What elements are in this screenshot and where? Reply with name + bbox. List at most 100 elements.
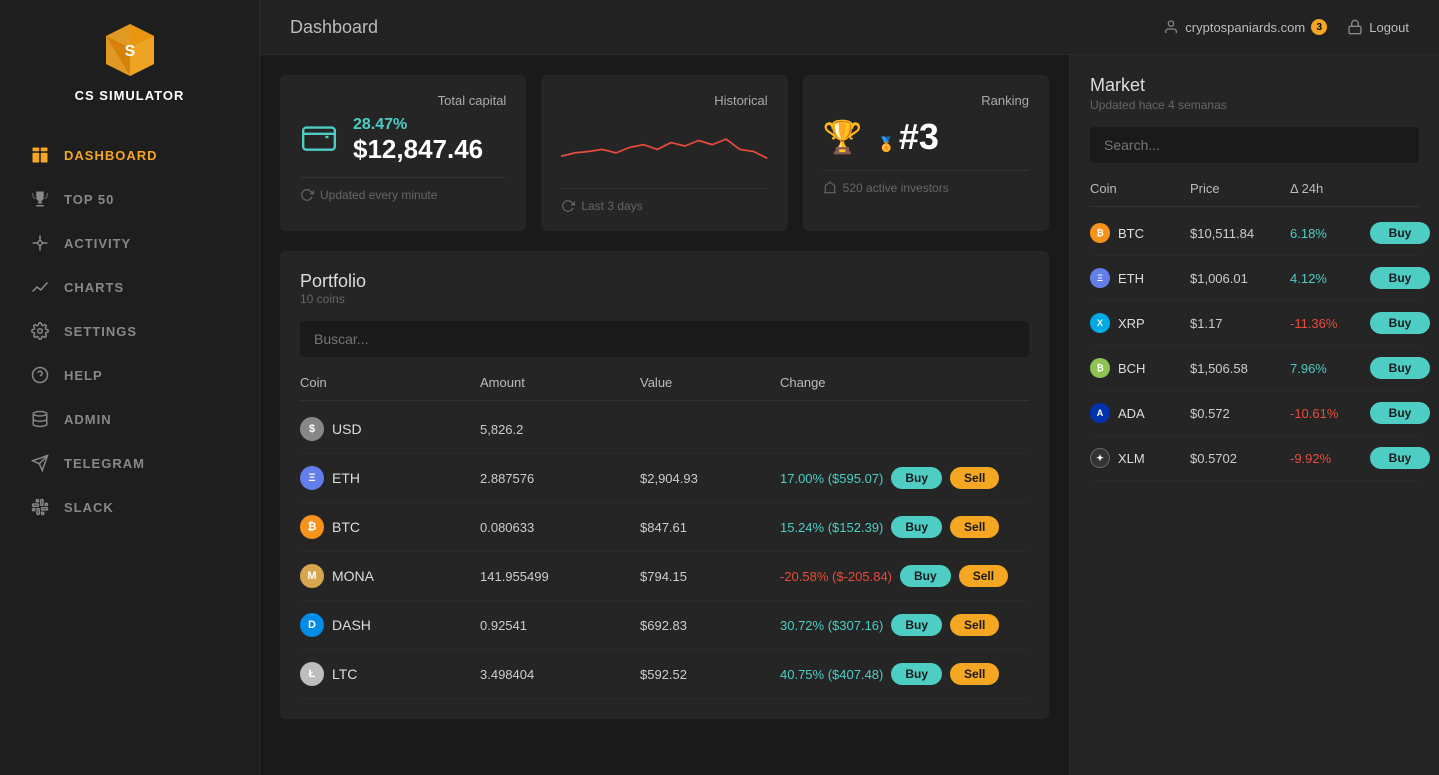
coin-icon-usd: $: [300, 417, 324, 441]
market-name-xrp: XRP: [1118, 316, 1145, 331]
sidebar-item-telegram[interactable]: TELEGRAM: [0, 441, 259, 485]
slack-label: SLACK: [64, 500, 114, 515]
buy-button-dash[interactable]: Buy: [891, 614, 942, 636]
market-price-xrp: $1.17: [1190, 316, 1290, 331]
logout-button[interactable]: Logout: [1347, 19, 1409, 35]
th-change: Change: [780, 375, 1029, 390]
market-change-xrp: -11.36%: [1290, 316, 1370, 331]
logo-icon: S: [100, 20, 160, 80]
market-coin-btc: ₿ BTC: [1090, 223, 1190, 243]
svg-text:S: S: [124, 43, 135, 60]
admin-label: ADMIN: [64, 412, 112, 427]
mth-action: [1370, 181, 1430, 196]
portfolio-section: Portfolio 10 coins Coin Amount Value Cha…: [280, 251, 1049, 719]
market-coin-xrp: X XRP: [1090, 313, 1190, 333]
header: Dashboard cryptospaniards.com 3 Logout: [260, 0, 1439, 55]
market-table-header: Coin Price Δ 24h: [1090, 181, 1419, 207]
coin-name-dash: DASH: [332, 617, 371, 633]
market-buy-ada[interactable]: Buy: [1370, 402, 1430, 424]
market-name-btc: BTC: [1118, 226, 1144, 241]
help-icon: [30, 365, 50, 385]
sidebar-item-admin[interactable]: ADMIN: [0, 397, 259, 441]
change-pct-eth: 17.00% ($595.07): [780, 471, 883, 486]
market-price-btc: $10,511.84: [1190, 226, 1290, 241]
buy-button-mona[interactable]: Buy: [900, 565, 951, 587]
logo-area: S CS SIMULATOR: [75, 20, 185, 103]
telegram-icon: [30, 453, 50, 473]
market-buy-xrp[interactable]: Buy: [1370, 312, 1430, 334]
market-coin-ada: A ADA: [1090, 403, 1190, 423]
left-panel: Total capital 28.47% $12,847.46 Updated …: [260, 55, 1069, 775]
buy-button-ltc[interactable]: Buy: [891, 663, 942, 685]
portfolio-title: Portfolio: [300, 271, 1029, 292]
market-row: Ξ ETH $1,006.01 4.12% Buy: [1090, 256, 1419, 301]
value-eth: $2,904.93: [640, 471, 780, 486]
sidebar-item-slack[interactable]: SLACK: [0, 485, 259, 529]
market-buy-bch[interactable]: Buy: [1370, 357, 1430, 379]
market-buy-xlm[interactable]: Buy: [1370, 447, 1430, 469]
market-search[interactable]: [1090, 127, 1419, 163]
market-subtitle: Updated hace 4 semanas: [1090, 98, 1419, 112]
market-row: X XRP $1.17 -11.36% Buy: [1090, 301, 1419, 346]
change-pct-btc: 15.24% ($152.39): [780, 520, 883, 535]
sidebar-item-top50[interactable]: TOP 50: [0, 177, 259, 221]
market-row: ₿ BCH $1,506.58 7.96% Buy: [1090, 346, 1419, 391]
total-capital-body: 28.47% $12,847.46: [300, 116, 506, 165]
page-title: Dashboard: [290, 17, 378, 38]
portfolio-search[interactable]: [300, 321, 1029, 357]
sidebar-item-help[interactable]: HELP: [0, 353, 259, 397]
market-icon-btc: ₿: [1090, 223, 1110, 243]
sell-button-eth[interactable]: Sell: [950, 467, 999, 489]
table-row: $ USD 5,826.2: [300, 405, 1029, 454]
total-capital-card: Total capital 28.47% $12,847.46 Updated …: [280, 75, 526, 231]
change-pct-mona: -20.58% ($-205.84): [780, 569, 892, 584]
sidebar: S CS SIMULATOR DASHBOARD TOP 50 ACTIVITY…: [0, 0, 260, 775]
notification-badge: 3: [1311, 19, 1327, 35]
coin-icon-btc: ₿: [300, 515, 324, 539]
value-dash: $692.83: [640, 618, 780, 633]
sell-button-mona[interactable]: Sell: [959, 565, 1008, 587]
sell-button-dash[interactable]: Sell: [950, 614, 999, 636]
market-coin-eth: Ξ ETH: [1090, 268, 1190, 288]
th-value: Value: [640, 375, 780, 390]
market-price-eth: $1,006.01: [1190, 271, 1290, 286]
lock-icon: [1347, 19, 1363, 35]
header-actions: cryptospaniards.com 3 Logout: [1163, 19, 1409, 35]
refresh-icon: [300, 188, 314, 202]
market-row: ✦ XLM $0.5702 -9.92% Buy: [1090, 436, 1419, 481]
amount-btc: 0.080633: [480, 520, 640, 535]
mth-coin: Coin: [1090, 181, 1190, 196]
change-btc: 15.24% ($152.39) Buy Sell: [780, 516, 1029, 538]
ranking-body: 🏆 🏅 #3: [823, 116, 1029, 158]
sidebar-item-settings[interactable]: SETTINGS: [0, 309, 259, 353]
capital-value: $12,847.46: [353, 134, 483, 164]
coin-cell-mona: M MONA: [300, 564, 480, 588]
sell-button-ltc[interactable]: Sell: [950, 663, 999, 685]
table-row: D DASH 0.92541 $692.83 30.72% ($307.16) …: [300, 601, 1029, 650]
amount-eth: 2.887576: [480, 471, 640, 486]
market-coin-xlm: ✦ XLM: [1090, 448, 1190, 468]
market-name-bch: BCH: [1118, 361, 1145, 376]
market-price-ada: $0.572: [1190, 406, 1290, 421]
admin-icon: [30, 409, 50, 429]
historical-card: Historical Last 3 days: [541, 75, 787, 231]
market-buy-btc[interactable]: Buy: [1370, 222, 1430, 244]
trophy-icon: 🏆: [823, 118, 863, 156]
buy-button-eth[interactable]: Buy: [891, 467, 942, 489]
sell-button-btc[interactable]: Sell: [950, 516, 999, 538]
th-amount: Amount: [480, 375, 640, 390]
coin-cell-ltc: Ł LTC: [300, 662, 480, 686]
market-buy-eth[interactable]: Buy: [1370, 267, 1430, 289]
buy-button-btc[interactable]: Buy: [891, 516, 942, 538]
historical-footer: Last 3 days: [561, 188, 767, 213]
activity-icon: [30, 233, 50, 253]
historical-title: Historical: [561, 93, 767, 108]
market-row: A ADA $0.572 -10.61% Buy: [1090, 391, 1419, 436]
sidebar-item-dashboard[interactable]: DASHBOARD: [0, 133, 259, 177]
market-change-ada: -10.61%: [1290, 406, 1370, 421]
medal-icon: 🏅: [878, 136, 895, 152]
market-price-xlm: $0.5702: [1190, 451, 1290, 466]
sidebar-item-charts[interactable]: CHARTS: [0, 265, 259, 309]
sidebar-item-activity[interactable]: ACTIVITY: [0, 221, 259, 265]
coin-cell-btc: ₿ BTC: [300, 515, 480, 539]
